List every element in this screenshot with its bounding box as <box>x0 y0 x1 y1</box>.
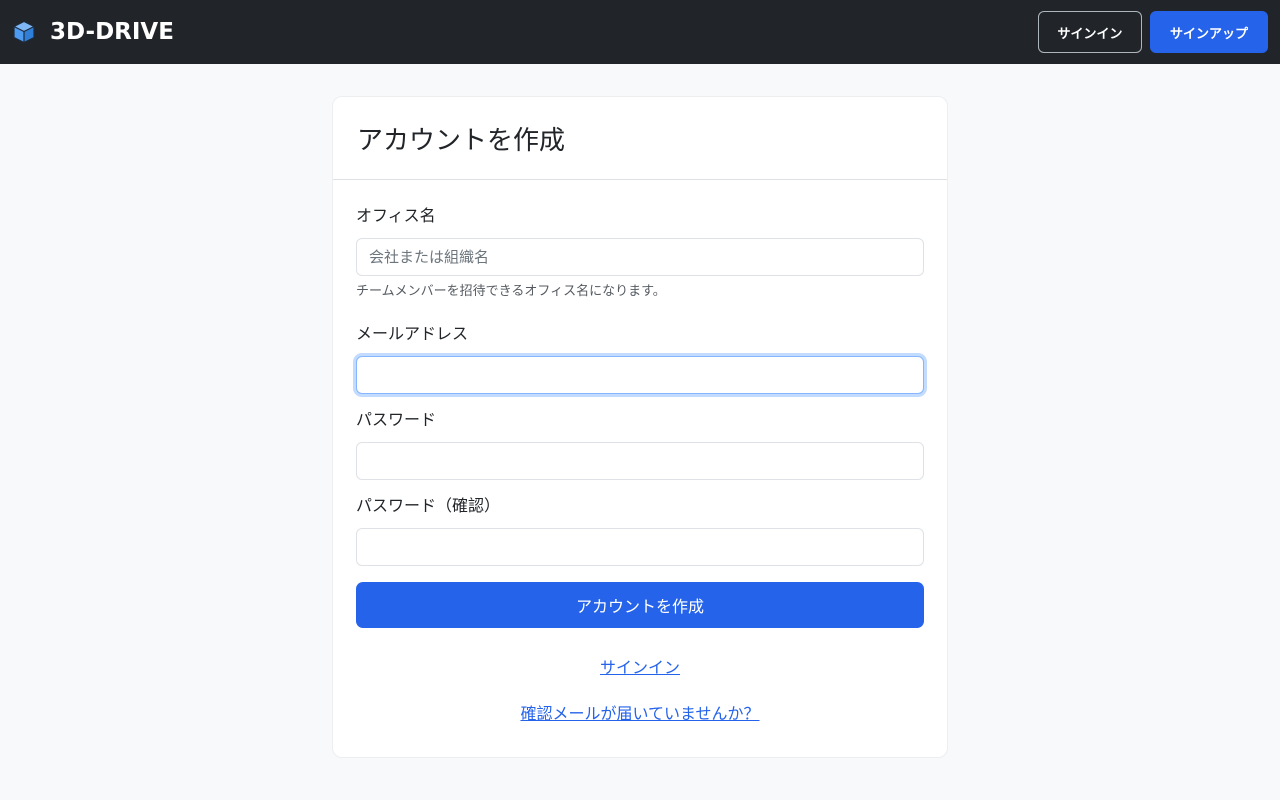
email-label: メールアドレス <box>356 324 469 343</box>
email-group: メールアドレス <box>356 322 924 394</box>
office-label: オフィス名 <box>356 206 436 225</box>
page-title: アカウントを作成 <box>357 125 566 156</box>
office-name-input[interactable] <box>356 238 924 276</box>
resend-confirmation-link[interactable]: 確認メールが届いていませんか？ <box>520 702 759 726</box>
brand-name: 3D-DRIVE <box>50 19 174 45</box>
signin-link[interactable]: サインイン <box>600 656 680 680</box>
card-header: アカウントを作成 <box>333 97 947 180</box>
email-input[interactable] <box>356 356 924 394</box>
office-group: オフィス名 チームメンバーを招待できるオフィス名になります。 <box>356 204 924 301</box>
nav-buttons: サインイン サインアップ <box>1038 11 1268 53</box>
signup-card: アカウントを作成 オフィス名 チームメンバーを招待できるオフィス名になります。 … <box>332 96 948 758</box>
confirm-password-label: パスワード（確認） <box>356 496 501 515</box>
brand[interactable]: 3D-DRIVE <box>12 19 174 45</box>
confirm-group: パスワード（確認） <box>356 494 924 566</box>
office-help-text: チームメンバーを招待できるオフィス名になります。 <box>356 284 666 299</box>
signup-button[interactable]: サインアップ <box>1150 11 1268 53</box>
password-input[interactable] <box>356 442 924 480</box>
cube-icon <box>13 20 35 44</box>
confirm-password-input[interactable] <box>356 528 924 566</box>
card-body: オフィス名 チームメンバーを招待できるオフィス名になります。 メールアドレス パ… <box>333 180 947 726</box>
signin-button[interactable]: サインイン <box>1038 11 1142 53</box>
navbar: 3D-DRIVE サインイン サインアップ <box>0 0 1280 64</box>
password-group: パスワード <box>356 408 924 480</box>
form-links: サインイン 確認メールが届いていませんか？ <box>356 656 924 726</box>
create-account-button[interactable]: アカウントを作成 <box>356 582 924 628</box>
password-label: パスワード <box>356 410 437 429</box>
